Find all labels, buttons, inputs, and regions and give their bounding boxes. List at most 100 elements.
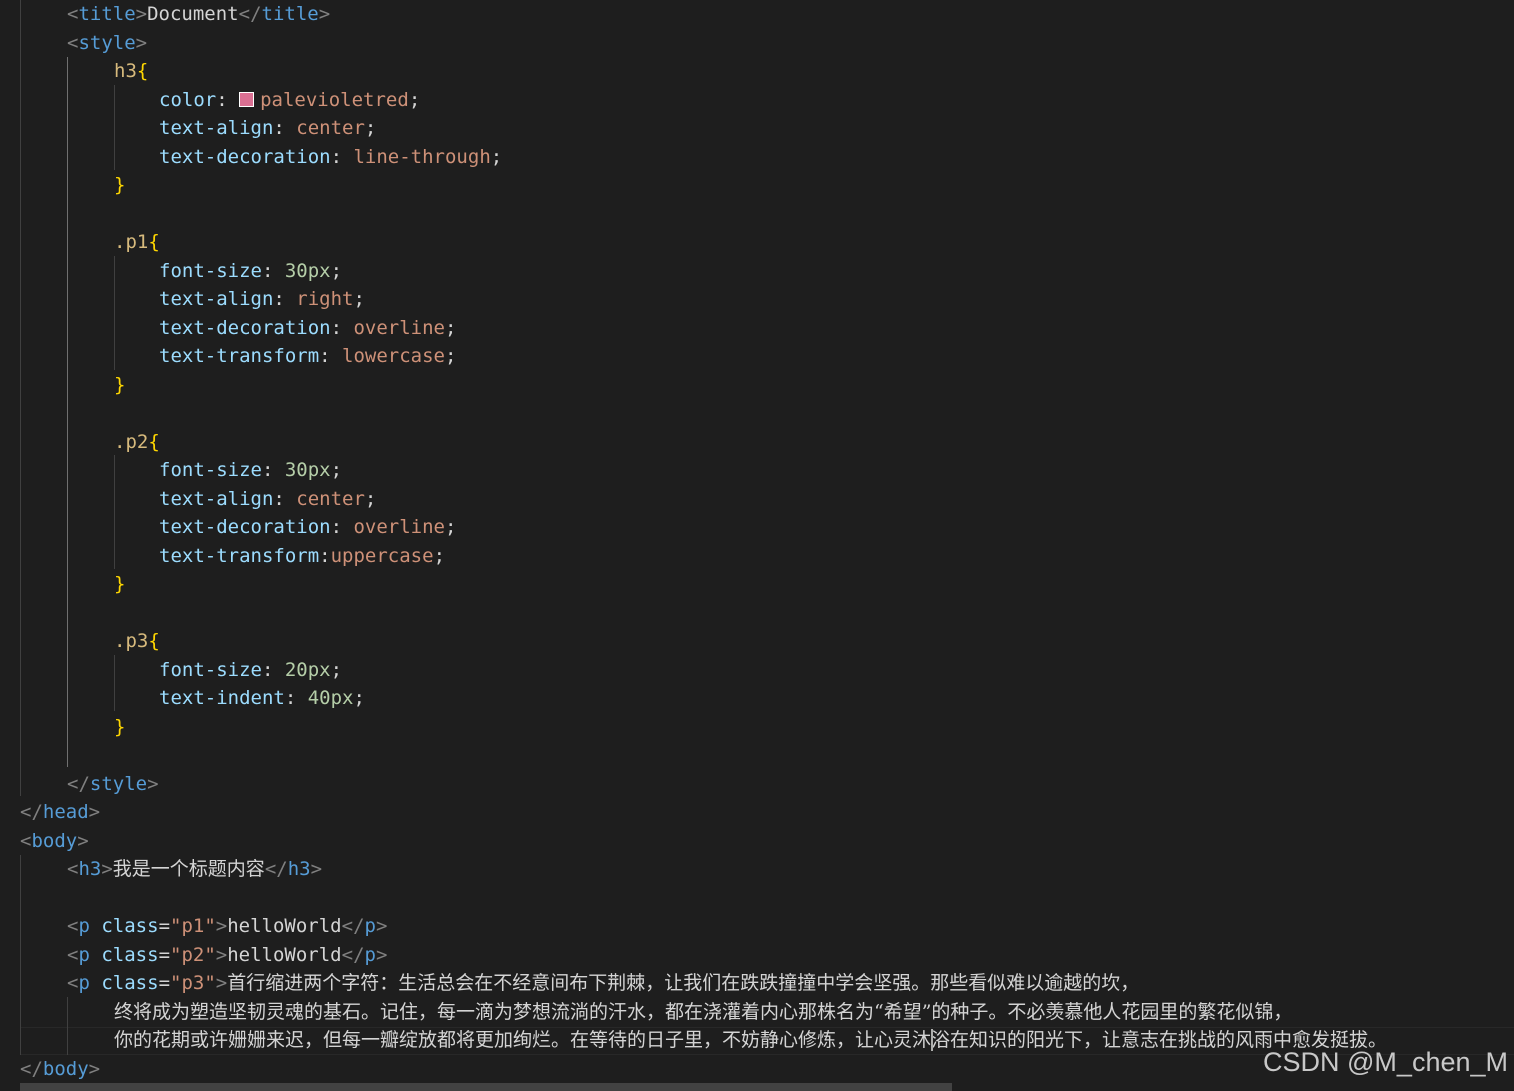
code-token: helloWorld [227, 915, 342, 937]
code-token: font-size [159, 658, 262, 681]
code-token: body [42, 1057, 89, 1080]
code-line[interactable]: text-decoration: overline; [159, 314, 456, 343]
code-line[interactable]: 你的花期或许姗姗来迟，但每一瓣绽放都将更加绚烂。在等待的日子里，不妨静心修炼，让… [114, 1026, 1387, 1055]
code-token: body [31, 829, 78, 852]
code-line[interactable]: .p2{ [114, 428, 160, 457]
code-token: > [135, 31, 148, 54]
code-token: class [101, 915, 159, 937]
code-line[interactable]: font-size: 20px; [159, 656, 342, 685]
code-line[interactable]: h3{ [114, 57, 148, 86]
code-line[interactable]: } [114, 171, 125, 200]
watermark: CSDN @M_chen_M [1263, 1047, 1508, 1077]
code-token: { [148, 430, 160, 453]
indent-guide [20, 0, 21, 796]
code-token: > [147, 772, 159, 795]
indent-guide [20, 855, 21, 1055]
code-token: helloWorld [227, 943, 342, 966]
code-token: </ [20, 1057, 43, 1080]
code-line[interactable]: font-size: 30px; [159, 257, 342, 286]
code-line[interactable]: text-indent: 40px; [159, 684, 365, 713]
code-line[interactable]: } [114, 371, 125, 400]
code-line[interactable]: text-transform:uppercase; [159, 542, 445, 571]
code-token: text-decoration [159, 516, 331, 538]
code-token: : [330, 516, 354, 538]
code-line[interactable]: text-align: center; [159, 485, 376, 514]
code-token: class [101, 943, 159, 966]
code-token: > [101, 858, 113, 880]
code-line[interactable]: </body> [20, 1055, 100, 1084]
code-token: .p3 [114, 630, 149, 652]
code-editor[interactable]: <title>Document</title> <style> h3{color: … [0, 0, 1514, 1091]
code-token: .p2 [114, 430, 149, 453]
code-line[interactable]: .p1{ [114, 228, 160, 257]
code-token: > [318, 3, 331, 25]
code-line[interactable]: } [114, 713, 125, 742]
code-token: : [261, 459, 285, 481]
code-token: : [284, 687, 308, 709]
code-token: ; [330, 459, 343, 481]
code-token: > [215, 943, 228, 966]
code-token: text-decoration [159, 316, 331, 339]
code-token: font-size [159, 259, 262, 282]
code-token: ; [353, 687, 365, 709]
indent-guide [114, 655, 115, 711]
color-swatch-icon[interactable] [239, 91, 255, 107]
code-token: : [261, 259, 285, 282]
code-line[interactable]: } [114, 570, 125, 599]
code-token: 我是一个标题内容 [112, 858, 265, 880]
code-line[interactable]: <p class="p3">首行缩进两个字符：生活总会在不经意间布下荆棘，让我们… [67, 969, 1139, 998]
code-line[interactable]: color: palevioletred; [159, 86, 420, 115]
code-token: ; [408, 88, 421, 111]
code-token: line-through [353, 145, 491, 168]
code-line[interactable]: <style> [67, 29, 147, 58]
code-line[interactable]: font-size: 30px; [159, 456, 342, 485]
code-token: </ [341, 915, 365, 937]
indent-guide [114, 455, 115, 569]
code-token: : [273, 288, 297, 310]
code-token: style [89, 772, 148, 795]
code-line[interactable]: </style> [67, 770, 159, 799]
code-token: Document [147, 3, 239, 25]
code-token: ; [445, 316, 457, 339]
code-token: > [88, 1057, 101, 1080]
code-token: h3 [78, 858, 102, 880]
code-token: text-align [159, 288, 274, 310]
code-line[interactable]: <body> [20, 827, 89, 856]
code-token: 30px [284, 459, 331, 481]
code-token: p [78, 943, 90, 966]
code-token: head [42, 801, 89, 823]
code-token: > [310, 858, 323, 880]
code-token: palevioletred [260, 88, 409, 111]
code-token: { [136, 60, 149, 82]
code-token: : [330, 145, 354, 168]
code-line[interactable]: text-align: right; [159, 285, 365, 314]
code-token: > [215, 915, 228, 937]
code-line[interactable]: <h3>我是一个标题内容</h3> [67, 855, 322, 884]
code-line[interactable]: </head> [20, 798, 100, 827]
code-line[interactable]: text-decoration: overline; [159, 513, 456, 542]
code-line[interactable]: <title>Document</title> [67, 0, 330, 29]
code-token: uppercase [330, 544, 434, 567]
code-token: title [261, 3, 319, 25]
code-line[interactable]: text-align: center; [159, 114, 376, 143]
code-line[interactable]: .p3{ [114, 627, 160, 656]
code-line[interactable]: 终将成为塑造坚韧灵魂的基石。记住，每一滴为梦想流淌的汗水，都在浇灌着内心那株名为… [114, 998, 1292, 1027]
code-token: center [296, 117, 365, 139]
code-token: p [78, 972, 90, 994]
code-token: h3 [287, 858, 311, 880]
horizontal-scrollbar[interactable] [20, 1083, 952, 1091]
code-token: style [78, 31, 136, 54]
code-token: "p1" [170, 915, 216, 937]
code-line[interactable]: <p class="p1">helloWorld</p> [67, 912, 387, 941]
code-token: .p1 [114, 231, 149, 253]
code-line[interactable]: <p class="p2">helloWorld</p> [67, 941, 387, 970]
code-token: : [261, 658, 285, 681]
code-token: < [67, 858, 79, 880]
code-token: </ [20, 801, 43, 823]
code-token: ; [330, 259, 343, 282]
code-token: 20px [284, 658, 331, 681]
code-line[interactable]: text-decoration: line-through; [159, 143, 502, 172]
code-token: text-decoration [159, 145, 331, 168]
code-line[interactable]: text-transform: lowercase; [159, 342, 456, 371]
